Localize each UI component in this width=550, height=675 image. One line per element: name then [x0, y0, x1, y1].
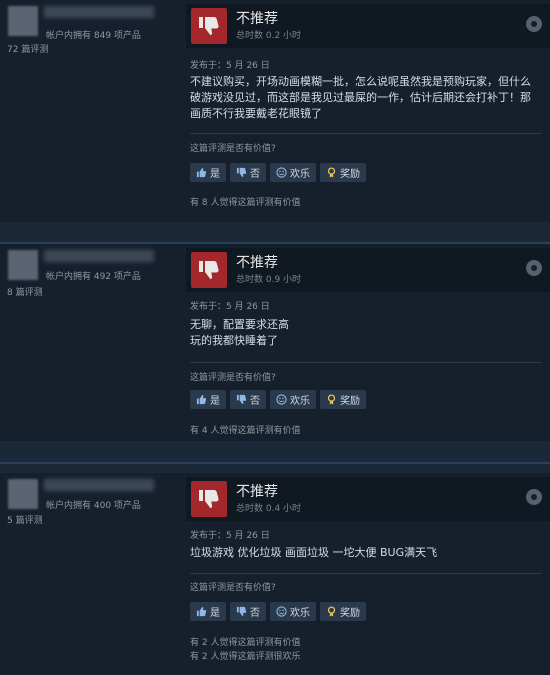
vote-buttons: 是 否 欢乐 奖励 — [190, 602, 366, 621]
author-name-blurred[interactable] — [44, 250, 154, 262]
vote-yes-label: 是 — [210, 169, 220, 180]
vote-funny-button[interactable]: 欢乐 — [270, 390, 316, 409]
award-icon — [327, 606, 336, 617]
award-button[interactable]: 奖励 — [320, 602, 366, 621]
vote-no-button[interactable]: 否 — [230, 602, 266, 621]
thumbs-down-icon — [191, 252, 227, 288]
vote-yes-button[interactable]: 是 — [190, 163, 226, 182]
vote-no-label: 否 — [250, 169, 260, 180]
playtime-hours: 总时数 0.2 小时 — [236, 31, 302, 41]
products-owned: 帐户内拥有 849 项产品 — [46, 31, 141, 41]
review-count[interactable]: 8 篇评测 — [7, 285, 43, 298]
playtime-hours: 总时数 0.9 小时 — [236, 275, 302, 285]
review-text-line: 玩的我都快睡着了 — [190, 334, 278, 347]
vote-yes-button[interactable]: 是 — [190, 390, 226, 409]
divider — [190, 362, 542, 363]
vote-header[interactable]: 不推荐 总时数 0.4 小时 — [186, 477, 550, 521]
review-count[interactable]: 72 篇评测 — [7, 42, 48, 55]
vote-funny-label: 欢乐 — [290, 608, 310, 619]
award-icon — [327, 167, 336, 178]
vote-yes-label: 是 — [210, 608, 220, 619]
avatar[interactable] — [8, 479, 38, 509]
vote-no-button[interactable]: 否 — [230, 390, 266, 409]
thumbs-up-icon — [196, 394, 207, 405]
helpful-count: 有 4 人觉得这篇评测有价值 — [190, 426, 301, 436]
vote-no-button[interactable]: 否 — [230, 163, 266, 182]
funny-count: 有 2 人觉得这篇评测很欢乐 — [190, 652, 301, 662]
award-label: 奖励 — [340, 396, 360, 407]
thumbs-up-icon — [196, 606, 207, 617]
thumbs-down-icon — [236, 606, 247, 617]
award-label: 奖励 — [340, 608, 360, 619]
review-card: 帐户内拥有 492 项产品 8 篇评测 不推荐 总时数 0.9 小时 发布于：5… — [0, 244, 550, 441]
vote-no-label: 否 — [250, 608, 260, 619]
vote-funny-button[interactable]: 欢乐 — [270, 163, 316, 182]
review-card: 帐户内拥有 849 项产品 72 篇评测 不推荐 总时数 0.2 小时 发布于：… — [0, 0, 550, 222]
vote-buttons: 是 否 欢乐 奖励 — [190, 390, 366, 409]
review-card: 帐户内拥有 400 项产品 5 篇评测 不推荐 总时数 0.4 小时 发布于：5… — [0, 473, 550, 675]
vote-header[interactable]: 不推荐 总时数 0.9 小时 — [186, 248, 550, 292]
award-button[interactable]: 奖励 — [320, 390, 366, 409]
steam-icon — [526, 260, 542, 276]
author-name-blurred[interactable] — [44, 479, 154, 491]
posted-date: 发布于：5 月 26 日 — [190, 531, 270, 541]
products-owned: 帐户内拥有 400 项产品 — [46, 501, 141, 511]
helpful-question: 这篇评测是否有价值? — [190, 583, 276, 593]
smiley-icon — [276, 167, 287, 178]
review-verdict: 不推荐 — [236, 11, 278, 27]
review-author[interactable]: 帐户内拥有 400 项产品 5 篇评测 — [0, 473, 182, 543]
vote-funny-label: 欢乐 — [290, 396, 310, 407]
review-author[interactable]: 帐户内拥有 492 项产品 8 篇评测 — [0, 244, 182, 314]
vote-yes-button[interactable]: 是 — [190, 602, 226, 621]
award-button[interactable]: 奖励 — [320, 163, 366, 182]
avatar[interactable] — [8, 250, 38, 280]
steam-icon — [526, 489, 542, 505]
review-count[interactable]: 5 篇评测 — [7, 513, 43, 526]
helpful-question: 这篇评测是否有价值? — [190, 373, 276, 383]
review-separator — [0, 462, 550, 464]
thumbs-up-icon — [196, 167, 207, 178]
thumbs-down-icon — [191, 8, 227, 44]
helpful-count: 有 8 人觉得这篇评测有价值 — [190, 198, 301, 208]
author-name-blurred[interactable] — [44, 6, 154, 18]
thumbs-down-icon — [236, 167, 247, 178]
review-verdict: 不推荐 — [236, 255, 278, 271]
review-author[interactable]: 帐户内拥有 849 项产品 72 篇评测 — [0, 0, 182, 70]
posted-date: 发布于：5 月 26 日 — [190, 61, 270, 71]
helpful-count: 有 2 人觉得这篇评测有价值 — [190, 638, 301, 648]
vote-header[interactable]: 不推荐 总时数 0.2 小时 — [186, 4, 550, 48]
posted-date: 发布于：5 月 26 日 — [190, 302, 270, 312]
review-text: 不建议购买，开场动画模糊一批，怎么说呢虽然我是预购玩家，但什么破游戏没见过，而这… — [190, 75, 531, 120]
award-icon — [327, 394, 336, 405]
thumbs-down-icon — [191, 481, 227, 517]
helpful-question: 这篇评测是否有价值? — [190, 144, 276, 154]
review-text-line: 无聊，配置要求还高 — [190, 318, 289, 331]
vote-yes-label: 是 — [210, 396, 220, 407]
products-owned: 帐户内拥有 492 项产品 — [46, 272, 141, 282]
playtime-hours: 总时数 0.4 小时 — [236, 504, 302, 514]
review-verdict: 不推荐 — [236, 484, 278, 500]
smiley-icon — [276, 606, 287, 617]
vote-funny-label: 欢乐 — [290, 169, 310, 180]
award-label: 奖励 — [340, 169, 360, 180]
thumbs-down-icon — [236, 394, 247, 405]
vote-no-label: 否 — [250, 396, 260, 407]
vote-funny-button[interactable]: 欢乐 — [270, 602, 316, 621]
divider — [190, 573, 542, 574]
steam-icon — [526, 16, 542, 32]
smiley-icon — [276, 394, 287, 405]
divider — [190, 133, 542, 134]
review-text: 垃圾游戏 优化垃圾 画面垃圾 一坨大便 BUG满天飞 — [190, 546, 438, 559]
avatar[interactable] — [8, 6, 38, 36]
vote-buttons: 是 否 欢乐 奖励 — [190, 163, 366, 182]
